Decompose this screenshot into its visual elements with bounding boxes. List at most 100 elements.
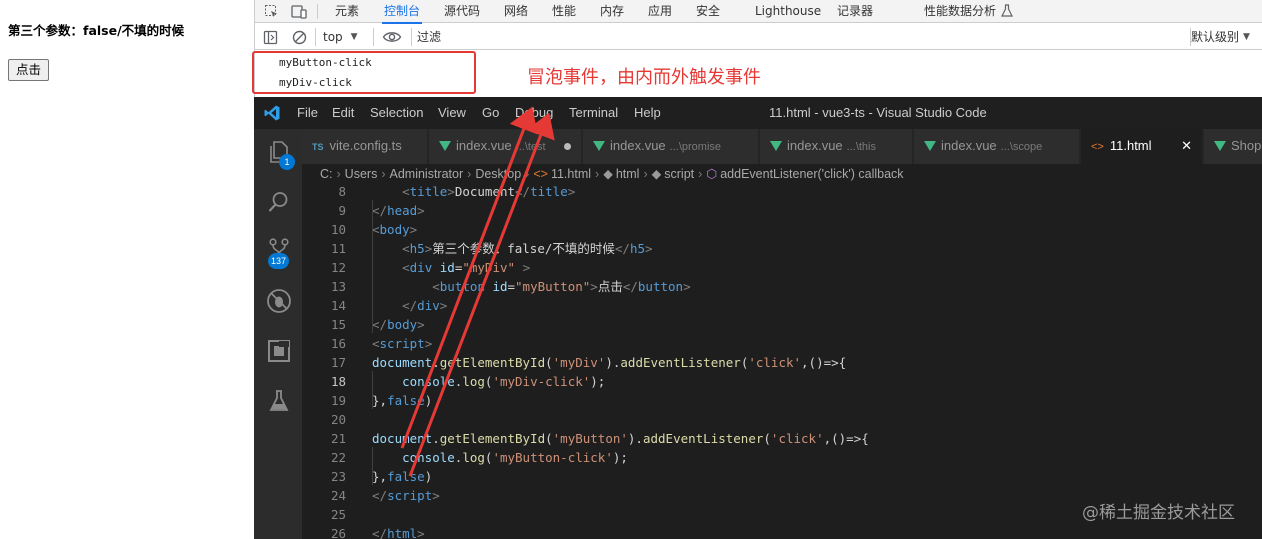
editor-tab[interactable]: index.vue ...\this bbox=[760, 129, 913, 164]
devtools-tab-1[interactable]: 控制台 bbox=[381, 0, 423, 24]
menu-debug[interactable]: Debug bbox=[515, 105, 553, 120]
line-number: 15 bbox=[330, 317, 346, 332]
debug-no-bug-icon[interactable] bbox=[266, 288, 292, 314]
code-editor[interactable]: 8 <title>Document</title> 9 </head> 10 <body… bbox=[302, 184, 1262, 539]
click-button[interactable]: 点击 bbox=[8, 59, 50, 81]
vue-file-icon bbox=[924, 141, 936, 151]
code-line[interactable]: 12 <div id="myDiv" > bbox=[302, 258, 1262, 277]
testing-flask-icon[interactable] bbox=[266, 388, 292, 414]
devtools-tab-3[interactable]: 网络 bbox=[504, 0, 528, 23]
vue-file-icon bbox=[1214, 141, 1226, 151]
code-line[interactable]: 18 console.log('myDiv-click'); bbox=[302, 372, 1262, 391]
breadcrumb-item[interactable]: Administrator bbox=[390, 167, 464, 181]
menu-selection[interactable]: Selection bbox=[370, 105, 423, 120]
code-text: </script> bbox=[372, 488, 440, 503]
menu-view[interactable]: View bbox=[438, 105, 466, 120]
code-line[interactable]: 17 document.getElementById('myDiv').addEv… bbox=[302, 353, 1262, 372]
context-selector[interactable]: top ▼ bbox=[323, 28, 358, 46]
code-line[interactable]: 10 <body> bbox=[302, 220, 1262, 239]
editor-tab[interactable]: TS vite.config.ts bbox=[302, 129, 428, 164]
code-text: </html> bbox=[372, 526, 425, 539]
context-label: top bbox=[323, 30, 343, 44]
code-text: </body> bbox=[372, 317, 425, 332]
line-number: 18 bbox=[330, 374, 346, 389]
editor-tab[interactable]: Shop.vue bbox=[1204, 129, 1262, 164]
experiment-flask-icon bbox=[1001, 0, 1013, 23]
log-levels-selector[interactable]: 默认级别 ▼ bbox=[1191, 28, 1250, 46]
line-number: 20 bbox=[330, 412, 346, 427]
editor-tab-dir: ...\scope bbox=[1000, 141, 1043, 153]
device-toolbar-icon[interactable] bbox=[289, 2, 309, 21]
code-text: <h5>第三个参数：false/不填的时候</h5> bbox=[402, 241, 653, 256]
code-line[interactable]: 9 </head> bbox=[302, 201, 1262, 220]
code-line[interactable]: 22 console.log('myButton-click'); bbox=[302, 448, 1262, 467]
editor-tab[interactable]: index.vue ...\promise bbox=[583, 129, 759, 164]
code-line[interactable]: 13 <button id="myButton">点击</button> bbox=[302, 277, 1262, 296]
devtools-tab-7[interactable]: 安全 bbox=[696, 0, 720, 23]
extensions-icon[interactable] bbox=[266, 338, 292, 364]
code-line[interactable]: 14 </div> bbox=[302, 296, 1262, 315]
code-line[interactable]: 15 </body> bbox=[302, 315, 1262, 334]
editor-tab[interactable]: index.vue ...\scope bbox=[914, 129, 1080, 164]
editor-tab-label: index.vue bbox=[456, 138, 512, 153]
vue-file-icon bbox=[770, 141, 782, 151]
devtools-tab-0[interactable]: 元素 bbox=[335, 0, 359, 23]
line-number: 23 bbox=[330, 469, 346, 484]
code-line[interactable]: 26 </html> bbox=[302, 524, 1262, 539]
breadcrumb-item[interactable]: C: bbox=[320, 167, 333, 181]
code-line[interactable]: 23 },false) bbox=[302, 467, 1262, 486]
code-line[interactable]: 16 <script> bbox=[302, 334, 1262, 353]
editor-tab-label: index.vue bbox=[787, 138, 843, 153]
menu-help[interactable]: Help bbox=[634, 105, 661, 120]
typescript-file-icon: TS bbox=[312, 142, 324, 152]
levels-label: 默认级别 bbox=[1191, 30, 1240, 44]
close-icon[interactable]: ✕ bbox=[1181, 129, 1192, 163]
devtools-tab-2[interactable]: 源代码 bbox=[444, 0, 480, 23]
unsaved-dot-icon[interactable] bbox=[564, 143, 571, 150]
code-line[interactable]: 11 <h5>第三个参数：false/不填的时候</h5> bbox=[302, 239, 1262, 258]
code-line[interactable]: 20 bbox=[302, 410, 1262, 429]
devtools-tab-4[interactable]: 性能 bbox=[552, 0, 576, 23]
explorer-badge: 1 bbox=[279, 154, 295, 170]
menu-terminal[interactable]: Terminal bbox=[569, 105, 618, 120]
menu-edit[interactable]: Edit bbox=[332, 105, 354, 120]
filter-input[interactable] bbox=[417, 27, 1187, 47]
devtools-tab-8[interactable]: Lighthouse bbox=[755, 0, 821, 23]
inspect-element-icon[interactable] bbox=[261, 2, 281, 21]
html-file-icon: <> bbox=[533, 167, 548, 181]
code-line[interactable]: 8 <title>Document</title> bbox=[302, 182, 1262, 201]
line-number: 11 bbox=[330, 241, 346, 256]
devtools-tab-6[interactable]: 应用 bbox=[648, 0, 672, 23]
breadcrumb: C: › Users › Administrator › Desktop › <> 11.html… bbox=[302, 164, 1262, 184]
breadcrumb-item[interactable]: html bbox=[616, 167, 640, 181]
breadcrumb-item[interactable]: addEventListener('click') callback bbox=[720, 167, 903, 181]
page-preview: 第三个参数：false/不填的时候 点击 bbox=[0, 0, 254, 539]
code-line[interactable]: 21 document.getElementById('myButton').ad… bbox=[302, 429, 1262, 448]
code-text: },false) bbox=[372, 469, 433, 484]
breadcrumb-item[interactable]: Users bbox=[345, 167, 378, 181]
breadcrumb-item[interactable]: 11.html bbox=[551, 167, 591, 181]
editor-tab[interactable]: <> 11.html ✕ bbox=[1081, 129, 1203, 164]
line-number: 26 bbox=[330, 526, 346, 539]
code-text: <title>Document</title> bbox=[402, 184, 576, 199]
html-file-icon: <> bbox=[1091, 141, 1104, 153]
code-line[interactable]: 19},false) bbox=[302, 391, 1262, 410]
sidebar-toggle-icon[interactable] bbox=[261, 28, 279, 46]
devtools-tab-5[interactable]: 内存 bbox=[600, 0, 624, 23]
editor-tab[interactable]: index.vue ...\test bbox=[429, 129, 582, 164]
code-text: <button id="myButton">点击</button> bbox=[432, 279, 691, 294]
menu-file[interactable]: File bbox=[297, 105, 318, 120]
menu-go[interactable]: Go bbox=[482, 105, 499, 120]
clear-console-icon[interactable] bbox=[290, 28, 308, 46]
breadcrumb-item[interactable]: script bbox=[664, 167, 694, 181]
line-number: 19 bbox=[330, 393, 346, 408]
element-tag-icon: ◆ bbox=[651, 167, 662, 181]
chevron-right-icon: › bbox=[467, 167, 472, 181]
code-text: console.log('myButton-click'); bbox=[402, 450, 628, 465]
devtools-tab-10[interactable]: 性能数据分析 bbox=[924, 0, 996, 23]
devtools-tab-9[interactable]: 记录器 bbox=[837, 0, 873, 23]
search-icon[interactable] bbox=[266, 189, 292, 215]
devtools-tab-bar: 元素 控制台 源代码 网络 性能 内存 应用 安全 Lighthouse 记录器 性能数据分析 bbox=[255, 0, 1262, 24]
breadcrumb-item[interactable]: Desktop bbox=[475, 167, 521, 181]
live-expression-eye-icon[interactable] bbox=[381, 28, 403, 46]
